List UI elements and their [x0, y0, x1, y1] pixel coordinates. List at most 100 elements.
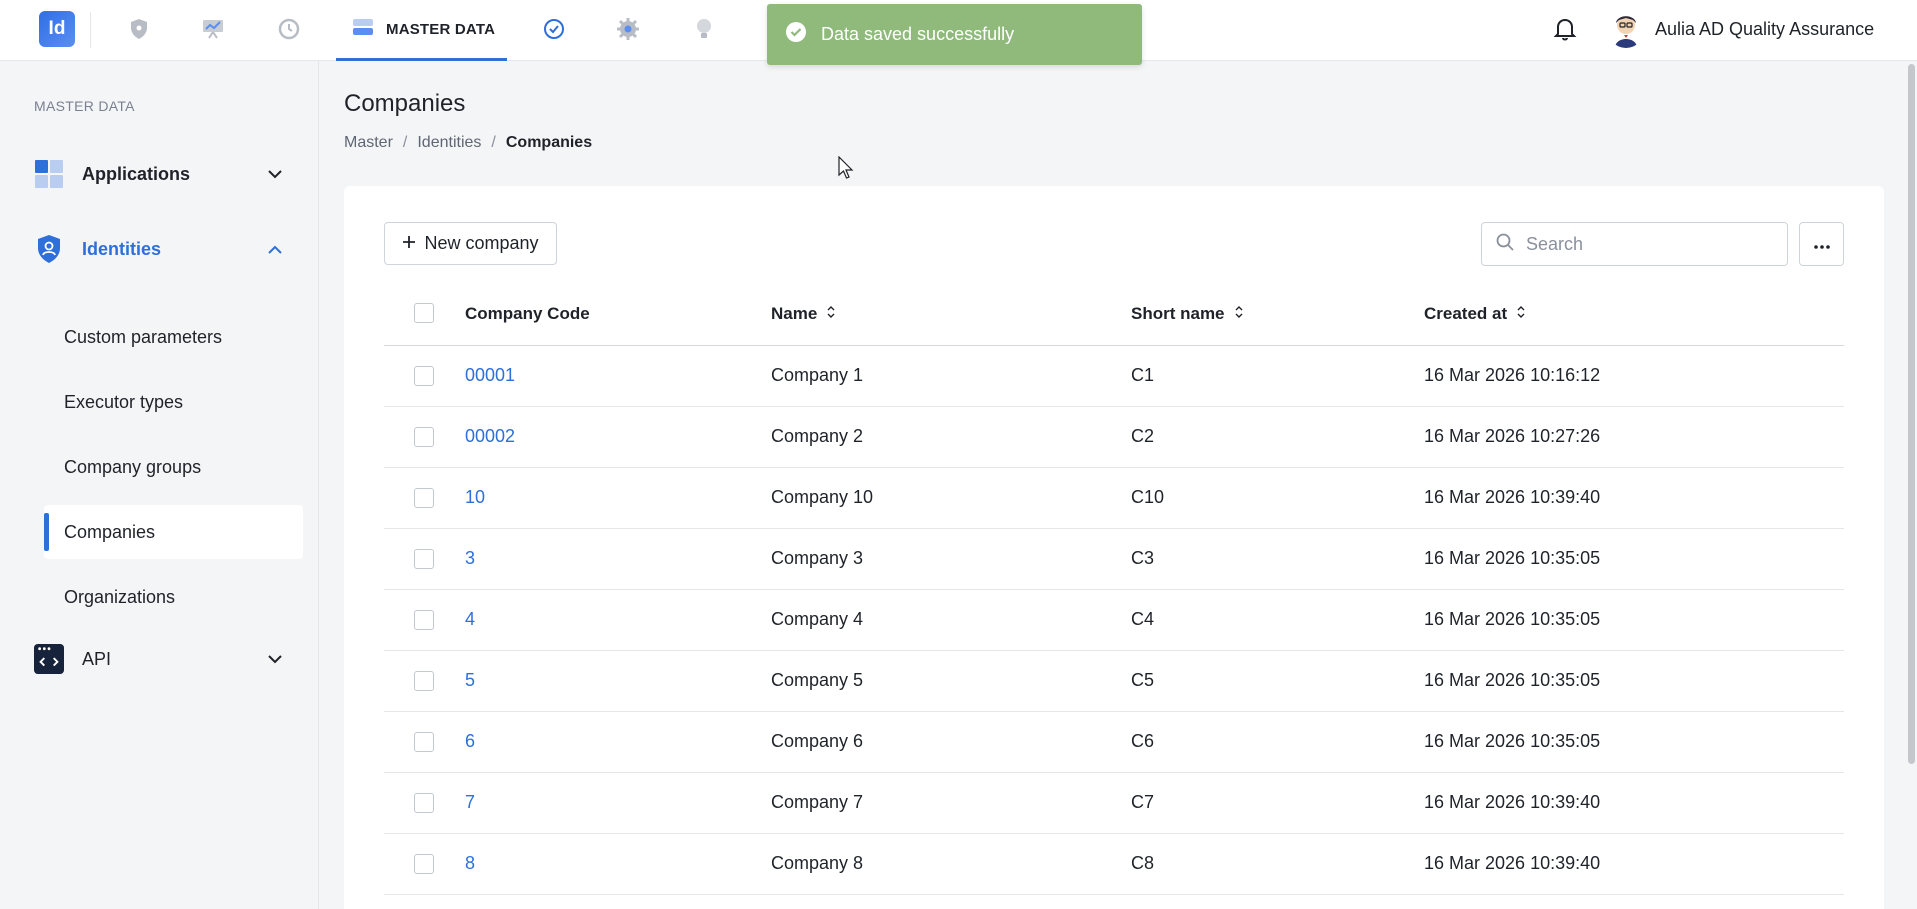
- history-icon[interactable]: [274, 14, 304, 44]
- company-code-link[interactable]: 4: [465, 609, 475, 630]
- company-short-name: C7: [1131, 792, 1155, 812]
- column-label: Short name: [1131, 304, 1225, 323]
- company-code-link[interactable]: 7: [465, 792, 475, 813]
- avatar[interactable]: [1607, 10, 1645, 48]
- tab-master-data[interactable]: MASTER DATA: [336, 0, 507, 61]
- dashboard-icon[interactable]: [198, 14, 228, 44]
- scrollbar-thumb[interactable]: [1908, 64, 1915, 764]
- column-label: Name: [771, 304, 818, 323]
- table-row[interactable]: 7 Company 7 C7 16 Mar 2026 10:39:40: [384, 773, 1844, 834]
- toast-message: Data saved successfully: [821, 24, 1015, 44]
- row-checkbox[interactable]: [414, 427, 434, 447]
- company-name: Company 7: [771, 792, 864, 812]
- check-circle-icon: [785, 21, 807, 48]
- mouse-cursor-icon: [838, 155, 854, 185]
- sidebar-item-company-groups[interactable]: Company groups: [44, 440, 303, 494]
- table-row[interactable]: 00001 Company 1 C1 16 Mar 2026 10:16:12: [384, 346, 1844, 407]
- sidebar-item-executor-types[interactable]: Executor types: [44, 375, 303, 429]
- sidebar-group-applications[interactable]: Applications: [34, 154, 296, 194]
- company-code-link[interactable]: 5: [465, 670, 475, 691]
- search-icon: [1496, 233, 1514, 256]
- company-short-name: C3: [1131, 548, 1155, 568]
- company-short-name: C4: [1131, 609, 1155, 629]
- select-all-checkbox[interactable]: [414, 303, 434, 323]
- table-row[interactable]: 8 Company 8 C8 16 Mar 2026 10:39:40: [384, 834, 1844, 895]
- bell-icon[interactable]: [1553, 16, 1577, 47]
- sidebar-item-custom-parameters[interactable]: Custom parameters: [44, 310, 303, 364]
- company-code-link[interactable]: 00001: [465, 365, 515, 386]
- page-title: Companies: [344, 90, 466, 117]
- breadcrumb-separator: /: [402, 134, 408, 151]
- sidebar-group-label: Identities: [82, 238, 162, 259]
- sort-icon[interactable]: [1517, 304, 1525, 324]
- company-created-at: 16 Mar 2026 10:35:05: [1424, 670, 1601, 690]
- gear-icon[interactable]: [613, 14, 643, 44]
- table-header: Company Code Name Short name Created at: [384, 282, 1844, 346]
- company-name: Company 3: [771, 548, 864, 568]
- bulb-icon[interactable]: [689, 14, 719, 44]
- company-short-name: C8: [1131, 853, 1155, 873]
- company-code-link[interactable]: 10: [465, 487, 485, 508]
- sidebar-item-companies[interactable]: Companies: [44, 505, 303, 559]
- company-short-name: C5: [1131, 670, 1155, 690]
- row-checkbox[interactable]: [414, 610, 434, 630]
- company-name: Company 4: [771, 609, 864, 629]
- column-name[interactable]: Name: [771, 304, 835, 324]
- company-code-link[interactable]: 3: [465, 548, 475, 569]
- ellipsis-icon: [1813, 237, 1830, 252]
- table-row[interactable]: 6 Company 6 C6 16 Mar 2026 10:35:05: [384, 712, 1844, 773]
- column-created-at[interactable]: Created at: [1424, 304, 1525, 324]
- company-name: Company 1: [771, 365, 864, 385]
- shield-icon[interactable]: [124, 14, 154, 44]
- row-checkbox[interactable]: [414, 793, 434, 813]
- company-created-at: 16 Mar 2026 10:39:40: [1424, 487, 1601, 507]
- breadcrumb-separator: /: [491, 134, 496, 151]
- table-row[interactable]: 4 Company 4 C4 16 Mar 2026 10:35:05: [384, 590, 1844, 651]
- row-checkbox[interactable]: [414, 366, 434, 386]
- company-code-link[interactable]: 6: [465, 731, 475, 752]
- company-name: Company 6: [771, 731, 864, 751]
- logo-divider: [90, 12, 91, 48]
- search-input[interactable]: [1526, 233, 1766, 255]
- company-code-link[interactable]: 00002: [465, 426, 515, 447]
- sort-icon[interactable]: [1235, 304, 1243, 324]
- applications-icon: [34, 159, 64, 189]
- sidebar-group-identities[interactable]: Identities: [34, 229, 296, 269]
- table-row[interactable]: 3 Company 3 C3 16 Mar 2026 10:35:05: [384, 529, 1844, 590]
- company-created-at: 16 Mar 2026 10:16:12: [1424, 365, 1601, 385]
- api-code-icon: [34, 644, 64, 674]
- table-row[interactable]: 00002 Company 2 C2 16 Mar 2026 10:27:26: [384, 407, 1844, 468]
- company-created-at: 16 Mar 2026 10:35:05: [1424, 731, 1601, 751]
- username[interactable]: Aulia AD Quality Assurance: [1655, 19, 1874, 40]
- column-label: Company Code: [465, 304, 590, 323]
- row-checkbox[interactable]: [414, 732, 434, 752]
- breadcrumb-current: Companies: [505, 134, 593, 151]
- row-checkbox[interactable]: [414, 854, 434, 874]
- sidebar-group-api[interactable]: API: [34, 639, 296, 679]
- company-short-name: C6: [1131, 731, 1155, 751]
- column-company-code[interactable]: Company Code: [465, 304, 590, 324]
- sort-icon[interactable]: [827, 304, 835, 324]
- sidebar-item-organizations[interactable]: Organizations: [44, 570, 303, 624]
- table-row[interactable]: 5 Company 5 C5 16 Mar 2026 10:35:05: [384, 651, 1844, 712]
- company-created-at: 16 Mar 2026 10:39:40: [1424, 853, 1601, 873]
- check-badge-icon[interactable]: [539, 14, 569, 44]
- breadcrumb-identities[interactable]: Identities: [417, 134, 481, 152]
- company-created-at: 16 Mar 2026 10:35:05: [1424, 548, 1601, 568]
- identities-shield-icon: [34, 234, 64, 264]
- column-short-name[interactable]: Short name: [1131, 304, 1243, 324]
- new-company-label: New company: [424, 233, 539, 253]
- master-data-icon: [352, 17, 374, 42]
- row-checkbox[interactable]: [414, 549, 434, 569]
- row-checkbox[interactable]: [414, 671, 434, 691]
- table-row[interactable]: 10 Company 10 C10 16 Mar 2026 10:39:40: [384, 468, 1844, 529]
- app-logo[interactable]: Id: [39, 11, 75, 47]
- companies-card: New company Company Code Name Short name…: [344, 186, 1884, 909]
- breadcrumb-master[interactable]: Master: [344, 134, 393, 152]
- more-options-button[interactable]: [1799, 222, 1844, 266]
- new-company-button[interactable]: New company: [384, 222, 557, 265]
- company-name: Company 8: [771, 853, 864, 873]
- row-checkbox[interactable]: [414, 488, 434, 508]
- search-box[interactable]: [1481, 222, 1788, 266]
- company-code-link[interactable]: 8: [465, 853, 475, 874]
